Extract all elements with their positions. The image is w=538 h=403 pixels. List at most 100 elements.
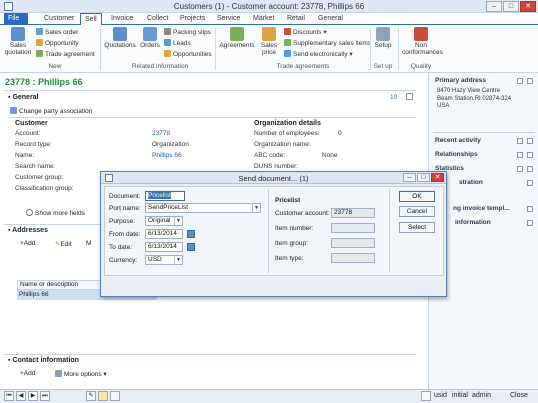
primary-address-header[interactable]: Primary address — [435, 77, 486, 84]
ok-button[interactable]: OK — [399, 191, 435, 202]
minimize-button[interactable]: – — [486, 1, 502, 12]
tab-service[interactable]: Service — [213, 13, 244, 25]
more-address-button[interactable]: M — [86, 240, 91, 247]
name-value[interactable]: Phillips 66 — [152, 152, 182, 159]
factbox-menu-icon[interactable] — [517, 78, 523, 84]
sales-order-button[interactable]: Sales order — [36, 28, 78, 36]
to-date-field[interactable]: 6/13/2014 — [145, 242, 183, 252]
collapse-icon[interactable] — [527, 166, 533, 172]
last-record-button[interactable]: ⏭ — [40, 391, 50, 401]
information-header[interactable]: information — [455, 219, 491, 226]
add-address-button[interactable]: +Add — [20, 240, 35, 247]
send-electronically-button[interactable]: Send electronically ▾ — [284, 50, 353, 58]
purpose-label: Purpose: — [109, 218, 136, 225]
general-section-header[interactable]: ▪ General — [8, 94, 39, 101]
discounts-label: Discounts — [293, 29, 322, 36]
alert-icon[interactable] — [421, 391, 431, 401]
opportunity-button[interactable]: Opportunity — [36, 39, 79, 47]
chevron-down-icon: ▼ — [252, 204, 260, 212]
collapse-icon[interactable] — [527, 138, 533, 144]
collapse-icon[interactable] — [527, 78, 533, 84]
edit-address-button[interactable]: ✎Edit — [55, 240, 72, 248]
tab-customer[interactable]: Customer — [40, 13, 78, 25]
contact-section-header[interactable]: ▪ Contact information — [8, 357, 79, 364]
show-more-fields-button[interactable]: Show more fields — [26, 209, 85, 217]
agreements-button[interactable]: Agreements — [218, 27, 256, 49]
supplementary-items-button[interactable]: Supplementary sales items — [284, 39, 371, 47]
collapse-icon[interactable] — [527, 152, 533, 158]
sales-price-button[interactable]: Sales price — [258, 27, 280, 56]
select-button[interactable]: Select — [399, 222, 435, 233]
add-contact-button[interactable]: +Add — [20, 370, 35, 377]
orders-button[interactable]: Orders — [139, 27, 161, 49]
quotations-button[interactable]: Quotations — [104, 27, 136, 49]
order-icon — [36, 28, 43, 35]
general-count: 10 — [390, 94, 398, 101]
previous-record-button[interactable]: ◀ — [16, 391, 26, 401]
addresses-section-header[interactable]: ▪ Addresses — [8, 227, 48, 234]
cancel-button[interactable]: Cancel — [399, 206, 435, 217]
sales-quotation-button[interactable]: Sales quotation — [4, 27, 32, 56]
trade-agreement-button[interactable]: Trade agreement — [36, 50, 95, 58]
next-record-button[interactable]: ▶ — [28, 391, 38, 401]
customer-group-label: Customer group: — [15, 174, 64, 181]
factbox-menu-icon[interactable] — [517, 152, 523, 158]
change-party-label: Change party association — [19, 108, 93, 115]
tab-invoice[interactable]: Invoice — [107, 13, 137, 25]
document-field[interactable]: Pricelist — [145, 191, 185, 201]
tab-market[interactable]: Market — [249, 13, 278, 25]
group-new-label: New — [48, 63, 62, 70]
tab-collect[interactable]: Collect — [143, 13, 172, 25]
leads-icon — [164, 39, 171, 46]
setup-button[interactable]: Setup — [373, 27, 393, 49]
more-options-button[interactable]: More options ▾ — [55, 370, 107, 378]
nonconformances-button[interactable]: Non conformances — [402, 27, 443, 56]
collapse-icon[interactable] — [406, 93, 413, 100]
dialog-minimize-button[interactable]: – — [403, 173, 416, 182]
administration-header[interactable]: stration — [459, 179, 483, 186]
account-value[interactable]: 23778 — [152, 130, 170, 137]
collapse-icon[interactable] — [527, 206, 533, 212]
currency-select[interactable]: USD ▼ — [145, 255, 183, 265]
port-name-value: SendPriceList — [148, 204, 189, 211]
collapse-icon[interactable] — [527, 180, 533, 186]
factbox-menu-icon[interactable] — [517, 166, 523, 172]
calendar-icon[interactable] — [187, 230, 195, 238]
tab-retail[interactable]: Retail — [283, 13, 309, 25]
leads-button[interactable]: Leads — [164, 39, 191, 47]
dialog-title: Send document... (1) — [238, 174, 309, 183]
change-party-button[interactable]: Change party association — [10, 107, 92, 115]
discounts-button[interactable]: Discounts ▾ — [284, 28, 327, 36]
show-more-label: Show more fields — [35, 210, 85, 217]
calendar-icon[interactable] — [187, 243, 195, 251]
maximize-button[interactable]: □ — [503, 1, 519, 12]
status-close-button[interactable]: Close — [510, 392, 528, 399]
factbox-menu-icon[interactable] — [517, 138, 523, 144]
from-date-label: From date: — [109, 231, 141, 238]
name-label: Name: — [15, 152, 35, 159]
supplementary-icon — [284, 39, 291, 46]
relationships-header[interactable]: Relationships — [435, 151, 478, 158]
tab-projects[interactable]: Projects — [176, 13, 209, 25]
close-window-button[interactable]: ✕ — [520, 1, 536, 12]
port-name-select[interactable]: SendPriceList ▼ — [145, 203, 261, 213]
opportunities-button[interactable]: Opportunities — [164, 50, 212, 58]
recent-activity-header[interactable]: Recent activity — [435, 137, 481, 144]
packing-slips-button[interactable]: Packing slips — [164, 28, 211, 36]
from-date-field[interactable]: 6/13/2014 — [145, 229, 183, 239]
record-heading: 23778 : Phillips 66 — [5, 77, 83, 87]
invoice-template-header[interactable]: ng invoice templ... — [453, 205, 510, 212]
dialog-maximize-button[interactable]: □ — [417, 173, 430, 182]
tab-general[interactable]: General — [314, 13, 347, 25]
notes-icon[interactable] — [98, 391, 108, 401]
dialog-close-button[interactable]: ✕ — [431, 173, 444, 182]
edit-mode-icon[interactable]: ✎ — [86, 391, 96, 401]
pricelist-header: Pricelist — [275, 197, 301, 204]
first-record-button[interactable]: ⏮ — [4, 391, 14, 401]
tab-file[interactable]: File — [4, 13, 28, 25]
expand-icon — [26, 209, 33, 216]
attachments-icon[interactable] — [110, 391, 120, 401]
collapse-icon[interactable] — [527, 220, 533, 226]
group-trade-label: Trade agreements — [276, 63, 330, 70]
purpose-select[interactable]: Original ▼ — [145, 216, 183, 226]
